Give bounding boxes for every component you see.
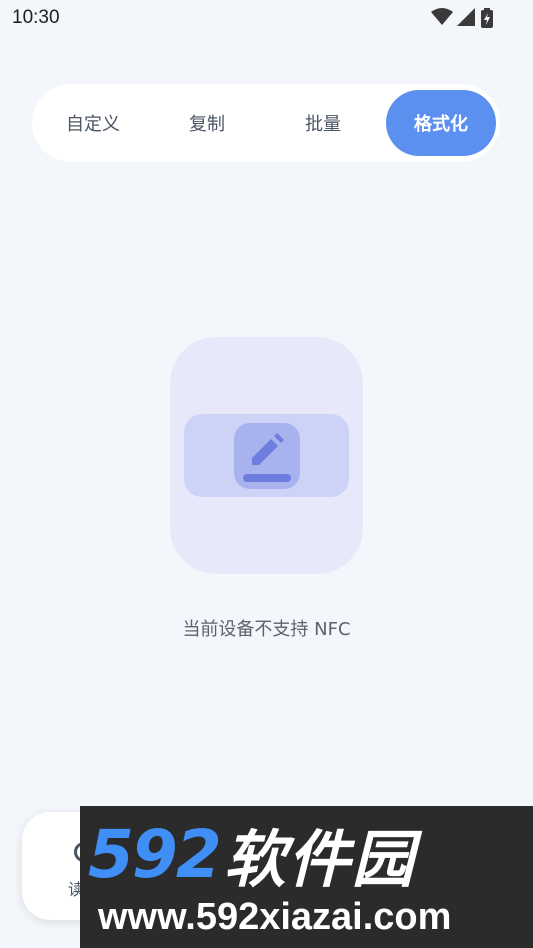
nfc-unsupported-message: 当前设备不支持 NFC: [182, 619, 351, 640]
mode-tab-bar: 自定义 复制 批量 格式化: [32, 84, 500, 162]
tab-format[interactable]: 格式化: [386, 90, 496, 156]
status-bar: 10:30: [0, 0, 533, 36]
watermark-brand: 软件园: [223, 823, 416, 896]
tab-copy[interactable]: 复制: [152, 90, 262, 156]
nfc-card-illustration: [170, 337, 363, 574]
signal-icon: [457, 8, 475, 26]
watermark-url: www.592xiazai.com: [98, 896, 452, 938]
watermark-number: 592: [88, 815, 222, 893]
watermark-logo: 592 软件园: [88, 814, 416, 897]
nfc-card-inner: [184, 414, 349, 497]
tab-custom[interactable]: 自定义: [38, 90, 148, 156]
wifi-icon: [431, 8, 453, 25]
edit-icon: [234, 423, 300, 489]
tab-batch[interactable]: 批量: [268, 90, 378, 156]
site-watermark: 592 软件园 www.592xiazai.com: [80, 806, 533, 948]
status-time: 10:30: [12, 7, 60, 28]
battery-icon: [481, 8, 493, 28]
